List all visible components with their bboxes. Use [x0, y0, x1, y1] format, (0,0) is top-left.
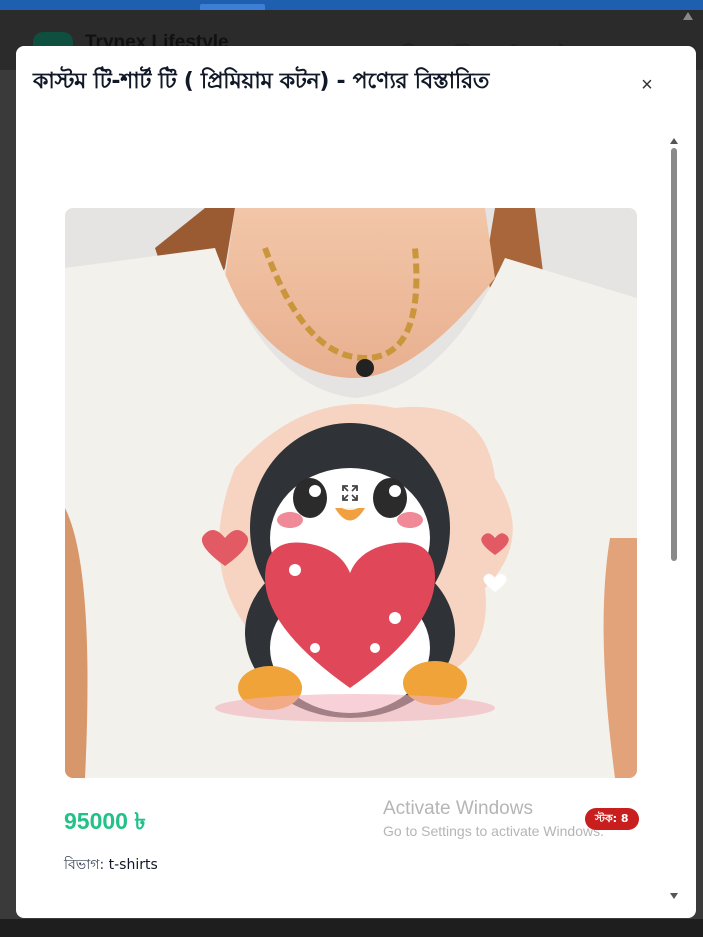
- stock-badge: স্টক: 8: [585, 808, 639, 830]
- category-label: বিভাগ:: [64, 857, 105, 873]
- scroll-up-arrow[interactable]: [670, 138, 678, 144]
- activate-windows-title: Activate Windows: [383, 798, 533, 819]
- expand-image-button[interactable]: [333, 476, 367, 510]
- product-price: 95000 ৳: [64, 808, 146, 834]
- expand-icon: [342, 485, 358, 501]
- product-image[interactable]: [65, 208, 637, 778]
- close-button[interactable]: ×: [636, 74, 658, 96]
- page-scroll-up-arrow[interactable]: [683, 12, 693, 20]
- scroll-down-arrow[interactable]: [670, 893, 678, 899]
- modal-scrollbar[interactable]: [671, 148, 677, 888]
- category-value[interactable]: t-shirts: [109, 857, 158, 873]
- product-details-modal: কাস্টম টি-শার্ট টি ( প্রিমিয়াম কটন) - প…: [16, 46, 696, 918]
- browser-top-bar: [0, 0, 703, 10]
- taskbar-strip: [0, 919, 703, 937]
- modal-title: কাস্টম টি-শার্ট টি ( প্রিমিয়াম কটন) - প…: [33, 69, 490, 94]
- activate-windows-subtitle: Go to Settings to activate Windows.: [383, 823, 604, 839]
- scroll-thumb[interactable]: [671, 148, 677, 561]
- product-category: বিভাগ: t-shirts: [64, 853, 158, 877]
